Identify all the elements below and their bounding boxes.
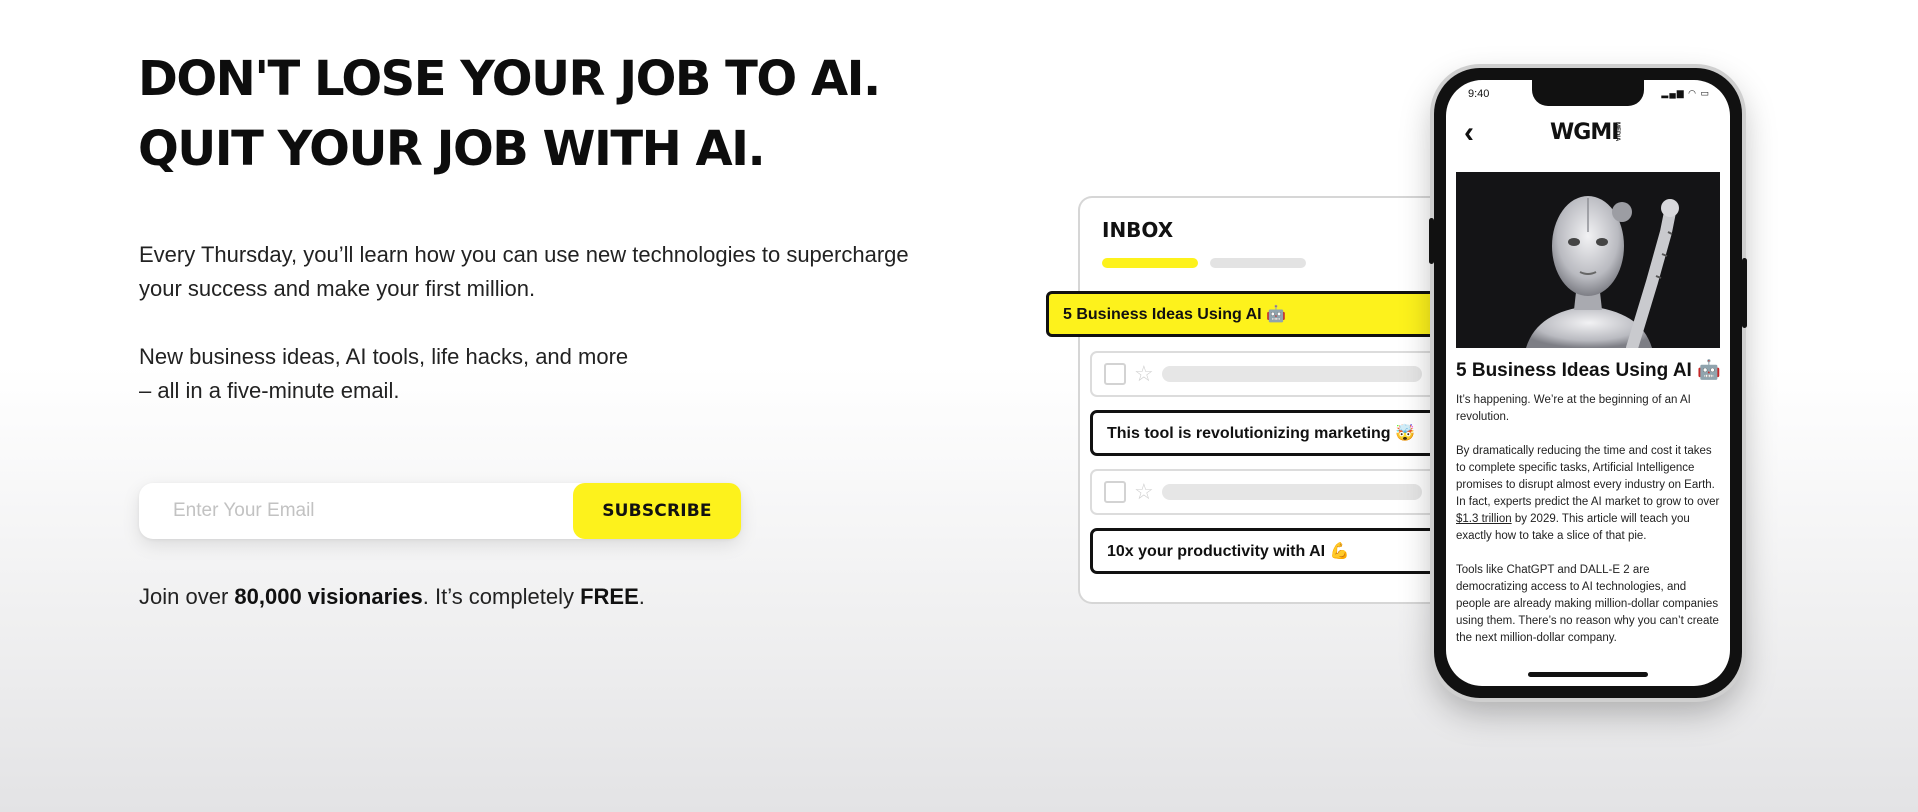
robot-hero-image — [1456, 172, 1720, 348]
features-line-1: New business ideas, AI tools, life hacks… — [139, 344, 629, 369]
headline-line-1: DON'T LOSE YOUR JOB TO AI. — [138, 51, 881, 107]
subscriber-count: 80,000 visionaries — [234, 584, 423, 609]
wgmi-logo: WGMI MEDIA — [1550, 120, 1622, 154]
join-suffix: . — [638, 584, 645, 609]
join-caption: Join over 80,000 visionaries. It’s compl… — [139, 584, 645, 610]
robot-illustration — [1456, 172, 1720, 348]
free-label: FREE — [580, 584, 639, 609]
inbox-title: INBOX — [1102, 218, 1174, 242]
article-title: 5 Business Ideas Using AI 🤖 — [1456, 360, 1721, 381]
article-paragraph: It’s happening. We’re at the beginning o… — [1456, 394, 1691, 423]
article-text: By dramatically reducing the time and co… — [1456, 445, 1720, 508]
star-icon: ☆ — [1134, 361, 1154, 386]
checkbox-icon — [1104, 363, 1126, 385]
phone-screen: 9:40 ▂▄▆ ◠ ▭ ‹ WGMI MEDIA 5 Business Ide… — [1446, 80, 1730, 686]
join-middle: . It’s completely — [422, 584, 581, 609]
intro-line-2: your success and make your first million… — [139, 276, 536, 301]
email-input[interactable] — [139, 482, 573, 540]
email-subject: This tool is revolutionizing marketing 🤯 — [1107, 425, 1415, 442]
features-line-2: – all in a five-minute email. — [139, 378, 400, 403]
inbox-email-productivity: 10x your productivity with AI 💪 — [1090, 528, 1440, 574]
checkbox-icon — [1104, 481, 1126, 503]
email-subject: 5 Business Ideas Using AI 🤖 — [1063, 306, 1286, 323]
intro-paragraph: Every Thursday, you’ll learn how you can… — [139, 238, 909, 306]
hero-headline: DON'T LOSE YOUR JOB TO AI. QUIT YOUR JOB… — [138, 44, 881, 184]
inbox-tab-inactive — [1210, 258, 1306, 268]
status-time: 9:40 — [1468, 88, 1490, 100]
status-icons: ▂▄▆ ◠ ▭ — [1661, 88, 1710, 98]
phone-side-button — [1429, 218, 1434, 264]
article-paragraph: Tools like ChatGPT and DALL-E 2 are demo… — [1456, 564, 1719, 644]
inbox-tab-active — [1102, 258, 1198, 268]
star-icon: ☆ — [1134, 479, 1154, 504]
article-paragraph: By dramatically reducing the time and co… — [1456, 443, 1722, 545]
logo-text: WGMI — [1550, 120, 1619, 145]
inbox-email-marketing: This tool is revolutionizing marketing 🤯 — [1090, 410, 1440, 456]
trillion-link[interactable]: $1.3 trillion — [1456, 513, 1512, 525]
back-arrow-icon: ‹ — [1464, 116, 1474, 149]
logo-subtext: MEDIA — [1614, 122, 1620, 142]
features-paragraph: New business ideas, AI tools, life hacks… — [139, 340, 628, 408]
inbox-email-featured: 5 Business Ideas Using AI 🤖 — [1046, 291, 1446, 337]
subject-placeholder — [1161, 366, 1422, 382]
headline-line-2: QUIT YOUR JOB WITH AI. — [138, 121, 766, 177]
signup-form: SUBSCRIBE — [139, 482, 741, 540]
home-indicator — [1528, 672, 1648, 677]
phone-side-button — [1742, 258, 1747, 328]
subscribe-button[interactable]: SUBSCRIBE — [573, 483, 741, 539]
inbox-email-placeholder: ☆ — [1090, 351, 1440, 397]
email-subject: 10x your productivity with AI 💪 — [1107, 543, 1350, 560]
join-prefix: Join over — [139, 584, 235, 609]
intro-line-1: Every Thursday, you’ll learn how you can… — [139, 242, 909, 267]
phone-mockup: 9:40 ▂▄▆ ◠ ▭ ‹ WGMI MEDIA 5 Business Ide… — [1429, 68, 1747, 698]
inbox-email-placeholder: ☆ — [1090, 469, 1440, 515]
subject-placeholder — [1161, 484, 1422, 500]
phone-notch — [1532, 80, 1644, 106]
article-body: It’s happening. We’re at the beginning o… — [1456, 392, 1722, 664]
